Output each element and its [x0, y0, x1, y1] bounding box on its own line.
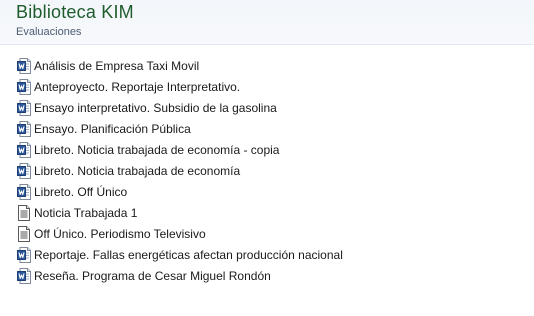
word-document-icon: [17, 141, 31, 158]
file-name: Ensayo interpretativo. Subsidio de la ga…: [34, 100, 277, 115]
file-list-item[interactable]: Anteproyecto. Reportaje Interpretativo.: [17, 76, 343, 97]
file-name: Libreto. Off Único: [34, 184, 128, 199]
file-name: Libreto. Noticia trabajada de economía -…: [34, 142, 280, 157]
library-subtitle: Evaluaciones: [16, 26, 82, 38]
word-document-icon: [17, 246, 31, 263]
library-header: Biblioteca KIM Evaluaciones: [0, 0, 534, 45]
library-title: Biblioteca KIM: [16, 2, 134, 22]
file-list-item[interactable]: Reseña. Programa de Cesar Miguel Rondón: [17, 265, 343, 286]
file-list-item[interactable]: Libreto. Noticia trabajada de economía -…: [17, 139, 343, 160]
text-document-icon: [18, 225, 30, 242]
word-document-icon: [17, 99, 31, 116]
text-document-icon: [18, 204, 30, 221]
file-list-item[interactable]: Libreto. Noticia trabajada de economía: [17, 160, 343, 181]
file-name: Reseña. Programa de Cesar Miguel Rondón: [34, 268, 271, 283]
word-document-icon: [17, 120, 31, 137]
word-document-icon: [17, 57, 31, 74]
file-name: Anteproyecto. Reportaje Interpretativo.: [34, 79, 241, 94]
file-list-item[interactable]: Libreto. Off Único: [17, 181, 343, 202]
file-list-item[interactable]: Off Único. Periodismo Televisivo: [17, 223, 343, 244]
file-name: Noticia Trabajada 1: [34, 205, 138, 220]
file-list: Análisis de Empresa Taxi Movil Anteproyec…: [17, 55, 343, 286]
file-list-item[interactable]: Ensayo. Planificación Pública: [17, 118, 343, 139]
file-name: Reportaje. Fallas energéticas afectan pr…: [34, 247, 343, 262]
file-name: Ensayo. Planificación Pública: [34, 121, 191, 136]
file-list-item[interactable]: Noticia Trabajada 1: [17, 202, 343, 223]
file-name: Off Único. Periodismo Televisivo: [34, 226, 206, 241]
word-document-icon: [17, 162, 31, 179]
file-list-item[interactable]: Reportaje. Fallas energéticas afectan pr…: [17, 244, 343, 265]
word-document-icon: [17, 183, 31, 200]
file-list-item[interactable]: Ensayo interpretativo. Subsidio de la ga…: [17, 97, 343, 118]
word-document-icon: [17, 78, 31, 95]
file-name: Libreto. Noticia trabajada de economía: [34, 163, 241, 178]
file-name: Análisis de Empresa Taxi Movil: [34, 58, 200, 73]
file-list-item[interactable]: Análisis de Empresa Taxi Movil: [17, 55, 343, 76]
word-document-icon: [17, 267, 31, 284]
